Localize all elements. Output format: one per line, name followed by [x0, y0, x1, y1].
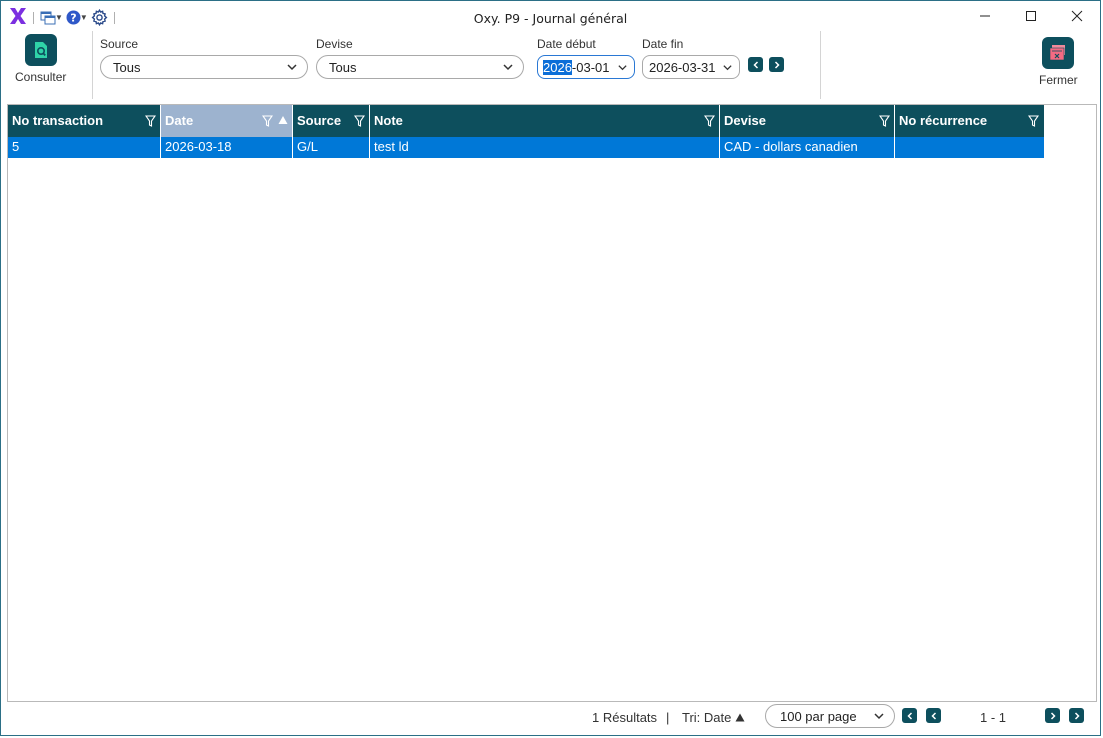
close-button[interactable]: Fermer [1039, 37, 1078, 87]
next-page-button[interactable] [1045, 708, 1060, 723]
chevron-down-icon [287, 64, 297, 71]
column-header-label: Date [165, 113, 194, 128]
next-period-button[interactable] [769, 57, 784, 72]
currency-filter-label: Devise [316, 37, 353, 51]
sort-ascending-icon [278, 116, 288, 124]
close-label: Fermer [1039, 73, 1078, 87]
ribbon-toolbar: Consulter Source Tous Devise Tous Date d… [1, 31, 1100, 103]
first-page-button[interactable] [902, 708, 917, 723]
ribbon-separator [92, 31, 93, 99]
start-date-rest-text: -03-01 [571, 59, 610, 75]
start-date-label: Date début [537, 37, 596, 51]
data-grid: No transaction Date Source Note Devise N… [7, 104, 1097, 702]
column-header-note[interactable]: Note [370, 105, 720, 137]
filter-icon[interactable] [354, 115, 365, 127]
column-header-no-recurrence[interactable]: No récurrence [895, 105, 1044, 137]
filter-icon[interactable] [704, 115, 715, 127]
column-header-no-transaction[interactable]: No transaction [8, 105, 161, 137]
footer-separator: | [666, 710, 670, 725]
chevron-down-icon [723, 65, 732, 71]
minimize-button[interactable] [962, 1, 1008, 31]
page-size-value: 100 par page [780, 708, 857, 724]
chevron-left-icon [906, 711, 912, 720]
end-date-label: Date fin [642, 37, 684, 51]
last-page-button[interactable] [1069, 708, 1084, 723]
column-header-devise[interactable]: Devise [720, 105, 895, 137]
results-count: 1 Résultats [592, 710, 658, 725]
grid-footer: 1 Résultats | Tri: Date 100 par page 1 -… [7, 702, 1097, 732]
window-title: Oxy. P9 - Journal général [473, 11, 628, 26]
column-header-label: Note [374, 113, 403, 128]
page-size-select[interactable]: 100 par page [765, 704, 895, 728]
minimize-icon [980, 15, 990, 17]
currency-filter-select[interactable]: Tous [316, 55, 524, 79]
cell-source[interactable]: G/L [293, 137, 370, 158]
table-row[interactable]: 5 2026-03-18 G/L test ld CAD - dollars c… [8, 137, 1044, 158]
source-filter-label: Source [100, 37, 139, 51]
sort-ascending-icon [735, 713, 745, 722]
column-header-label: No récurrence [899, 113, 988, 128]
column-header-source[interactable]: Source [293, 105, 370, 137]
filter-icon[interactable] [262, 115, 273, 127]
end-date-picker[interactable]: 2026-03-31 [642, 55, 740, 79]
chevron-left-icon [930, 711, 936, 720]
consult-button[interactable]: Consulter [15, 34, 66, 84]
filter-icon[interactable] [879, 115, 890, 127]
sort-label: Tri: Date [682, 710, 732, 725]
column-header-date[interactable]: Date [161, 105, 293, 137]
previous-page-button[interactable] [926, 708, 941, 723]
close-window-button[interactable] [1054, 1, 1100, 31]
cell-devise[interactable]: CAD - dollars canadien [720, 137, 895, 158]
cell-no-transaction[interactable]: 5 [8, 137, 161, 158]
consult-label: Consulter [15, 70, 67, 84]
title-bar: ▼ ? ▼ Oxy. P9 - Journal général [1, 1, 1100, 31]
close-icon [1071, 10, 1083, 22]
ribbon-separator [820, 31, 821, 99]
column-header-label: Devise [724, 113, 766, 128]
previous-period-button[interactable] [748, 57, 763, 72]
page-range: 1 - 1 [980, 710, 1007, 725]
sort-indicator: Tri: Date [682, 710, 745, 725]
maximize-icon [1026, 11, 1036, 21]
source-filter-select[interactable]: Tous [100, 55, 308, 79]
chevron-down-icon [618, 65, 627, 71]
chevron-down-icon [503, 64, 513, 71]
source-filter-value: Tous [113, 59, 141, 75]
filter-icon[interactable] [145, 115, 156, 127]
chevron-right-icon [774, 60, 780, 69]
chevron-right-icon [1074, 711, 1080, 720]
currency-filter-value: Tous [329, 59, 357, 75]
column-header-label: Source [297, 113, 342, 128]
maximize-button[interactable] [1008, 1, 1054, 31]
start-date-picker[interactable]: 2026 -03-01 [537, 55, 635, 79]
end-date-value: 2026-03-31 [649, 59, 716, 75]
cell-date[interactable]: 2026-03-18 [161, 137, 293, 158]
chevron-right-icon [1050, 711, 1056, 720]
cell-note[interactable]: test ld [370, 137, 720, 158]
close-document-icon [1042, 37, 1075, 69]
chevron-left-icon [752, 60, 758, 69]
start-date-selected-text: 2026 [543, 59, 572, 75]
grid-header: No transaction Date Source Note Devise N… [8, 105, 1044, 137]
consult-icon [24, 34, 57, 66]
chevron-down-icon [874, 713, 884, 720]
filter-icon[interactable] [1028, 115, 1039, 127]
column-header-label: No transaction [12, 113, 104, 128]
app-window: ▼ ? ▼ Oxy. P9 - Journal général Consulte… [0, 0, 1101, 736]
window-controls [962, 1, 1100, 31]
cell-no-recurrence[interactable] [895, 137, 1044, 158]
